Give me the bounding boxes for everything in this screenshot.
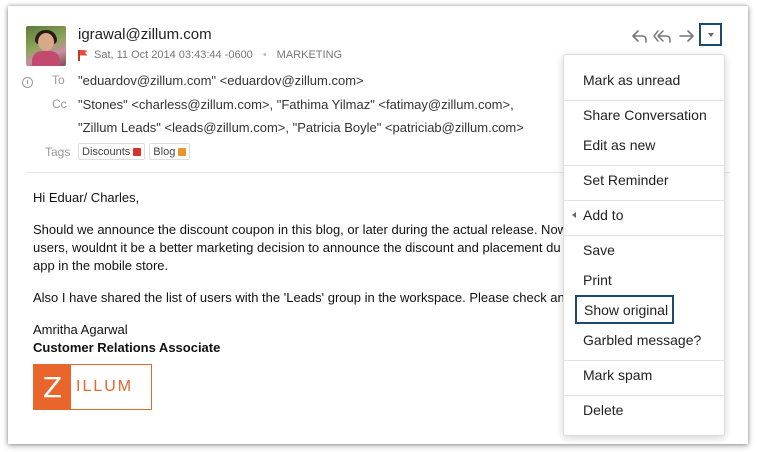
email-view: igrawal@zillum.com Sat, 11 Oct 2014 03:4… bbox=[8, 6, 748, 444]
body-paragraph-2: Also I have shared the list of users wit… bbox=[33, 290, 586, 305]
tag-blog[interactable]: Blog bbox=[149, 143, 191, 160]
menu-item-set-reminder[interactable]: Set Reminder bbox=[564, 166, 724, 194]
folder-label[interactable]: MARKETING bbox=[277, 49, 342, 61]
cc-row-2: "Zillum Leads" <leads@zillum.com>, "Patr… bbox=[23, 120, 524, 135]
tag-discounts[interactable]: Discounts bbox=[78, 143, 146, 160]
menu-item-mark-unread[interactable]: Mark as unread bbox=[564, 66, 724, 94]
tag-color-swatch bbox=[178, 147, 187, 156]
email-date: Sat, 11 Oct 2014 03:43:44 -0600 bbox=[94, 49, 253, 61]
caret-left-icon bbox=[572, 212, 576, 218]
cc-row: Cc "Stones" <charless@zillum.com>, "Fath… bbox=[23, 97, 514, 112]
menu-item-add-to[interactable]: Add to bbox=[564, 201, 724, 229]
zillum-logo: Z ILLUM bbox=[33, 364, 152, 410]
menu-item-garbled-message[interactable]: Garbled message? bbox=[564, 326, 724, 354]
to-label: To bbox=[52, 73, 65, 87]
body-paragraph-1-line-2: users, wouldnt it be a better marketing … bbox=[33, 240, 561, 255]
cc-label: Cc bbox=[52, 97, 67, 111]
more-actions-button[interactable] bbox=[699, 23, 722, 46]
forward-icon[interactable] bbox=[676, 25, 698, 47]
more-actions-menu: Mark as unread Share Conversation Edit a… bbox=[563, 54, 725, 436]
flag-icon[interactable] bbox=[78, 49, 88, 61]
menu-item-print[interactable]: Print bbox=[564, 266, 724, 294]
signature-name: Amritha Agarwal bbox=[33, 322, 128, 337]
body-paragraph-1-line-1: Should we announce the discount coupon i… bbox=[33, 222, 568, 237]
menu-item-mark-spam[interactable]: Mark spam bbox=[564, 361, 724, 389]
sender-email[interactable]: igrawal@zillum.com bbox=[78, 26, 212, 43]
menu-item-show-original[interactable]: Show original bbox=[575, 295, 674, 324]
tag-color-swatch bbox=[133, 147, 142, 156]
logo-text: ILLUM bbox=[76, 378, 134, 395]
email-meta: Sat, 11 Oct 2014 03:43:44 -0600 • MARKET… bbox=[78, 49, 342, 61]
sender-avatar[interactable] bbox=[26, 26, 66, 66]
logo-letter: Z bbox=[34, 365, 71, 409]
tags-row: Tags Discounts Blog bbox=[23, 143, 194, 160]
email-body: Hi Eduar/ Charles, Should we announce th… bbox=[33, 189, 586, 357]
body-paragraph-1-line-3: app in the mobile store. bbox=[33, 258, 169, 273]
greeting: Hi Eduar/ Charles, bbox=[33, 190, 140, 205]
to-value[interactable]: "eduardov@zillum.com" <eduardov@zillum.c… bbox=[78, 73, 364, 88]
reply-icon[interactable] bbox=[629, 25, 651, 47]
reply-all-icon[interactable] bbox=[652, 25, 674, 47]
menu-item-edit-as-new[interactable]: Edit as new bbox=[564, 131, 724, 159]
meta-separator: • bbox=[262, 49, 267, 61]
cc-value-line1[interactable]: "Stones" <charless@zillum.com>, "Fathima… bbox=[78, 97, 514, 112]
menu-item-share-conversation[interactable]: Share Conversation bbox=[564, 101, 724, 129]
to-row: To "eduardov@zillum.com" <eduardov@zillu… bbox=[23, 73, 364, 88]
cc-value-line2[interactable]: "Zillum Leads" <leads@zillum.com>, "Patr… bbox=[78, 120, 524, 135]
signature-title: Customer Relations Associate bbox=[33, 340, 221, 355]
menu-item-save[interactable]: Save bbox=[564, 236, 724, 264]
menu-item-delete[interactable]: Delete bbox=[564, 396, 724, 424]
chevron-down-icon bbox=[707, 32, 714, 37]
tags-label: Tags bbox=[45, 144, 71, 159]
